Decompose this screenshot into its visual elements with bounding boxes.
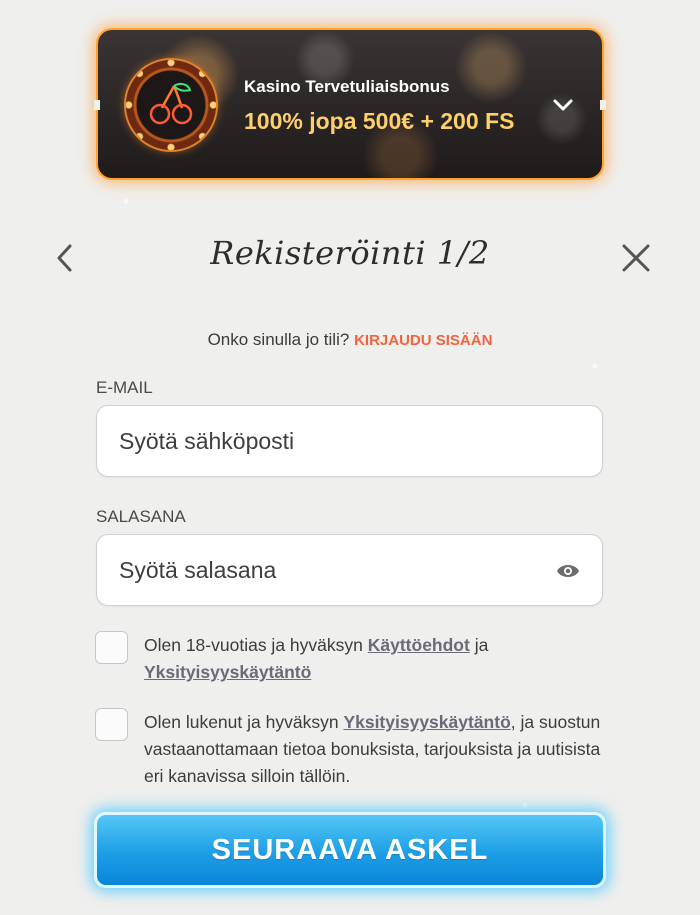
banner-notch-right <box>600 100 606 110</box>
login-prompt: Onko sinulla jo tili? KIRJAUDU SISÄÄN <box>0 330 700 350</box>
consent-text: Olen lukenut ja hyväksyn <box>144 712 339 732</box>
password-field-wrapper <box>96 534 603 606</box>
consent-text: ja <box>474 635 489 655</box>
terms-checkbox[interactable] <box>95 631 128 664</box>
page-title: Rekisteröinti 1/2 <box>210 234 490 272</box>
email-field[interactable] <box>119 406 539 476</box>
welcome-bonus-banner[interactable]: Kasino Tervetuliaisbonus 100% jopa 500€ … <box>94 28 606 180</box>
cherry-logo-icon <box>126 60 216 150</box>
chevron-down-icon[interactable] <box>550 92 576 118</box>
eye-icon[interactable] <box>556 560 580 582</box>
email-label: E-MAIL <box>96 378 153 397</box>
login-prompt-text: Onko sinulla jo tili? <box>207 330 350 349</box>
bonus-offer: 100% jopa 500€ + 200 FS <box>244 108 515 134</box>
login-link[interactable]: KIRJAUDU SISÄÄN <box>354 332 492 349</box>
privacy-policy-link[interactable]: Yksityisyyskäytäntö <box>144 662 311 682</box>
bonus-title: Kasino Tervetuliaisbonus <box>244 77 450 96</box>
privacy-policy-link[interactable]: Yksityisyyskäytäntö <box>343 712 510 732</box>
marketing-consent-text: Olen lukenut ja hyväksyn Yksityisyyskäyt… <box>144 709 614 790</box>
password-label: SALASANA <box>96 507 186 526</box>
consent-text: Olen 18-vuotias ja hyväksyn <box>144 635 363 655</box>
banner-notch-left <box>94 100 100 110</box>
email-field-wrapper <box>96 405 603 477</box>
next-step-button[interactable]: SEURAAVA ASKEL <box>94 812 606 888</box>
terms-link[interactable]: Käyttöehdot <box>368 635 470 655</box>
terms-consent-text: Olen 18-vuotias ja hyväksyn Käyttöehdot … <box>144 632 614 686</box>
close-icon[interactable] <box>616 238 656 278</box>
password-field[interactable] <box>119 535 539 605</box>
cherry-icon <box>149 82 193 125</box>
marketing-checkbox[interactable] <box>95 708 128 741</box>
